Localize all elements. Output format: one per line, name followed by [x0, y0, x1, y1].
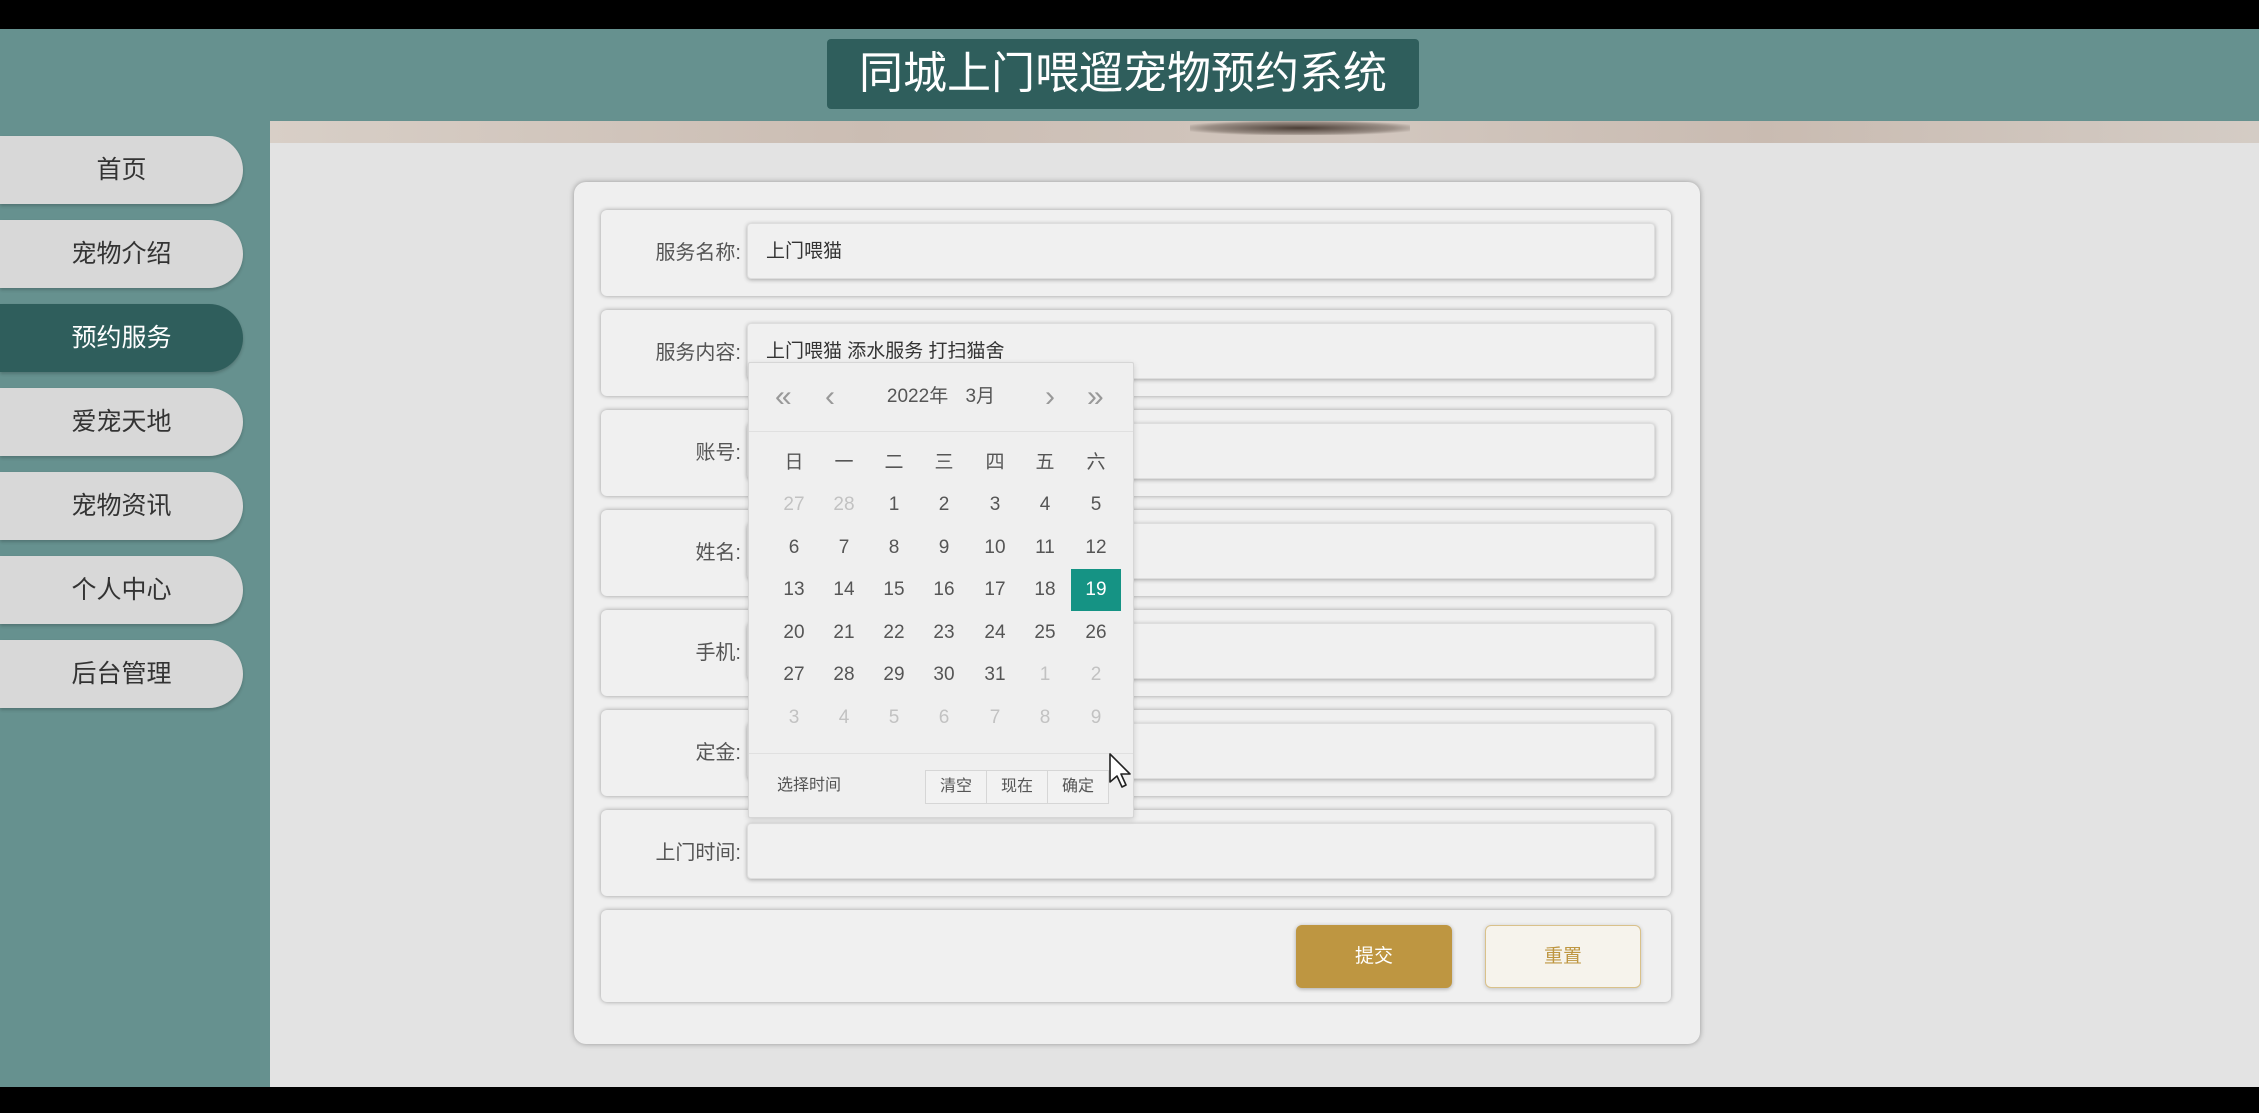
day-cell[interactable]: 31: [970, 654, 1020, 696]
page-title: 同城上门喂遛宠物预约系统: [827, 39, 1419, 109]
weekday-label: 五: [1035, 452, 1055, 473]
next-month-icon[interactable]: ›: [1045, 381, 1055, 413]
day-cell[interactable]: 9: [1071, 697, 1121, 739]
date-picker-actions: 清空 现在 确定: [925, 770, 1110, 804]
prev-month-icon[interactable]: ‹: [825, 381, 835, 413]
form-row-service-name: 服务名称: 上门喂猫: [601, 210, 1671, 296]
weekday-header: 日 一 二 三 四 五 六: [769, 442, 1113, 484]
deposit-label: 定金:: [695, 742, 741, 764]
day-cell[interactable]: 6: [769, 527, 819, 569]
day-cell[interactable]: 3: [970, 484, 1020, 526]
prev-year-icon[interactable]: «: [775, 381, 792, 413]
day-cell[interactable]: 8: [1020, 697, 1070, 739]
week-row: 13 14 15 16 17 18 19: [769, 569, 1121, 611]
day-cell[interactable]: 16: [919, 569, 969, 611]
clear-button[interactable]: 清空: [925, 770, 988, 804]
sidebar-item-pet-intro[interactable]: 宠物介绍: [0, 220, 243, 288]
month-label[interactable]: 3月: [965, 386, 995, 407]
day-cell[interactable]: 1: [869, 484, 919, 526]
now-button[interactable]: 现在: [986, 770, 1049, 804]
week-row: 3 4 5 6 7 8 9: [769, 697, 1113, 739]
visit-time-field[interactable]: [747, 823, 1655, 879]
account-label: 账号:: [695, 442, 741, 464]
day-cell[interactable]: 28: [819, 484, 869, 526]
day-cell[interactable]: 7: [819, 527, 869, 569]
day-cell[interactable]: 5: [1071, 484, 1121, 526]
day-cell[interactable]: 26: [1071, 612, 1121, 654]
day-cell[interactable]: 20: [769, 612, 819, 654]
bottom-bar: [0, 1087, 2259, 1113]
day-cell[interactable]: 11: [1020, 527, 1070, 569]
selected-day-cell[interactable]: 19: [1071, 569, 1121, 611]
confirm-button[interactable]: 确定: [1047, 770, 1110, 804]
week-row: 6 7 8 9 10 11 12: [769, 527, 1113, 569]
day-cell[interactable]: 21: [819, 612, 869, 654]
day-cell[interactable]: 7: [970, 697, 1020, 739]
visit-time-label: 上门时间:: [655, 842, 741, 864]
sidebar-item-pet-news[interactable]: 宠物资讯: [0, 472, 243, 540]
next-year-icon[interactable]: »: [1087, 381, 1104, 413]
sidebar-item-home[interactable]: 首页: [0, 136, 243, 204]
date-picker: 2022年 3月 « ‹ › » 日 一 二 三 四 五 六 27 28 1 2…: [748, 362, 1134, 818]
day-cell[interactable]: 5: [869, 697, 919, 739]
sidebar-item-personal-center[interactable]: 个人中心: [0, 556, 243, 624]
form-row-visit-time: 上门时间:: [601, 810, 1671, 896]
day-cell[interactable]: 17: [970, 569, 1020, 611]
service-name-label: 服务名称:: [655, 242, 741, 264]
day-cell[interactable]: 8: [869, 527, 919, 569]
reset-button[interactable]: 重置: [1485, 925, 1641, 988]
week-row: 27 28 29 30 31 1 2: [769, 654, 1113, 696]
year-label[interactable]: 2022年: [887, 386, 948, 407]
weekday-label: 六: [1086, 452, 1106, 473]
date-picker-footer: 选择时间 清空 现在 确定: [749, 753, 1133, 818]
day-cell[interactable]: 2: [1071, 654, 1121, 696]
day-cell[interactable]: 15: [869, 569, 919, 611]
year-month-display: 2022年 3月: [749, 381, 1133, 413]
mouse-cursor-icon: [1109, 753, 1131, 788]
day-cell[interactable]: 30: [919, 654, 969, 696]
day-cell[interactable]: 10: [970, 527, 1020, 569]
day-cell[interactable]: 13: [769, 569, 819, 611]
day-cell[interactable]: 27: [769, 484, 819, 526]
service-name-field[interactable]: 上门喂猫: [747, 223, 1655, 279]
submit-button[interactable]: 提交: [1296, 925, 1452, 988]
day-cell[interactable]: 18: [1020, 569, 1070, 611]
week-row: 20 21 22 23 24 25 26: [769, 612, 1113, 654]
day-cell[interactable]: 22: [869, 612, 919, 654]
day-cell[interactable]: 4: [1020, 484, 1070, 526]
day-cell[interactable]: 3: [769, 697, 819, 739]
weekday-label: 日: [784, 452, 804, 473]
day-cell[interactable]: 29: [869, 654, 919, 696]
weekday-label: 三: [934, 452, 954, 473]
sidebar-item-booking-service[interactable]: 预约服务: [0, 304, 243, 372]
day-cell[interactable]: 6: [919, 697, 969, 739]
weekday-label: 一: [834, 452, 854, 473]
service-content-label: 服务内容:: [655, 342, 741, 364]
phone-label: 手机:: [695, 642, 741, 664]
sidebar-item-admin[interactable]: 后台管理: [0, 640, 243, 708]
day-cell[interactable]: 9: [919, 527, 969, 569]
week-row: 27 28 1 2 3 4 5: [769, 484, 1113, 526]
day-cell[interactable]: 27: [769, 654, 819, 696]
day-cell[interactable]: 25: [1020, 612, 1070, 654]
day-cell[interactable]: 12: [1071, 527, 1121, 569]
day-cell[interactable]: 1: [1020, 654, 1070, 696]
banner-image-detail: [1190, 121, 1410, 135]
day-cell[interactable]: 28: [819, 654, 869, 696]
sidebar-item-pet-world[interactable]: 爱宠天地: [0, 388, 243, 456]
day-cell[interactable]: 24: [970, 612, 1020, 654]
select-time-link[interactable]: 选择时间: [777, 754, 841, 818]
date-picker-header: 2022年 3月 « ‹ › »: [749, 363, 1133, 432]
weekday-label: 四: [985, 452, 1005, 473]
day-cell[interactable]: 4: [819, 697, 869, 739]
day-cell[interactable]: 23: [919, 612, 969, 654]
day-cell[interactable]: 2: [919, 484, 969, 526]
day-cell[interactable]: 14: [819, 569, 869, 611]
weekday-label: 二: [884, 452, 904, 473]
name-label: 姓名:: [695, 542, 741, 564]
